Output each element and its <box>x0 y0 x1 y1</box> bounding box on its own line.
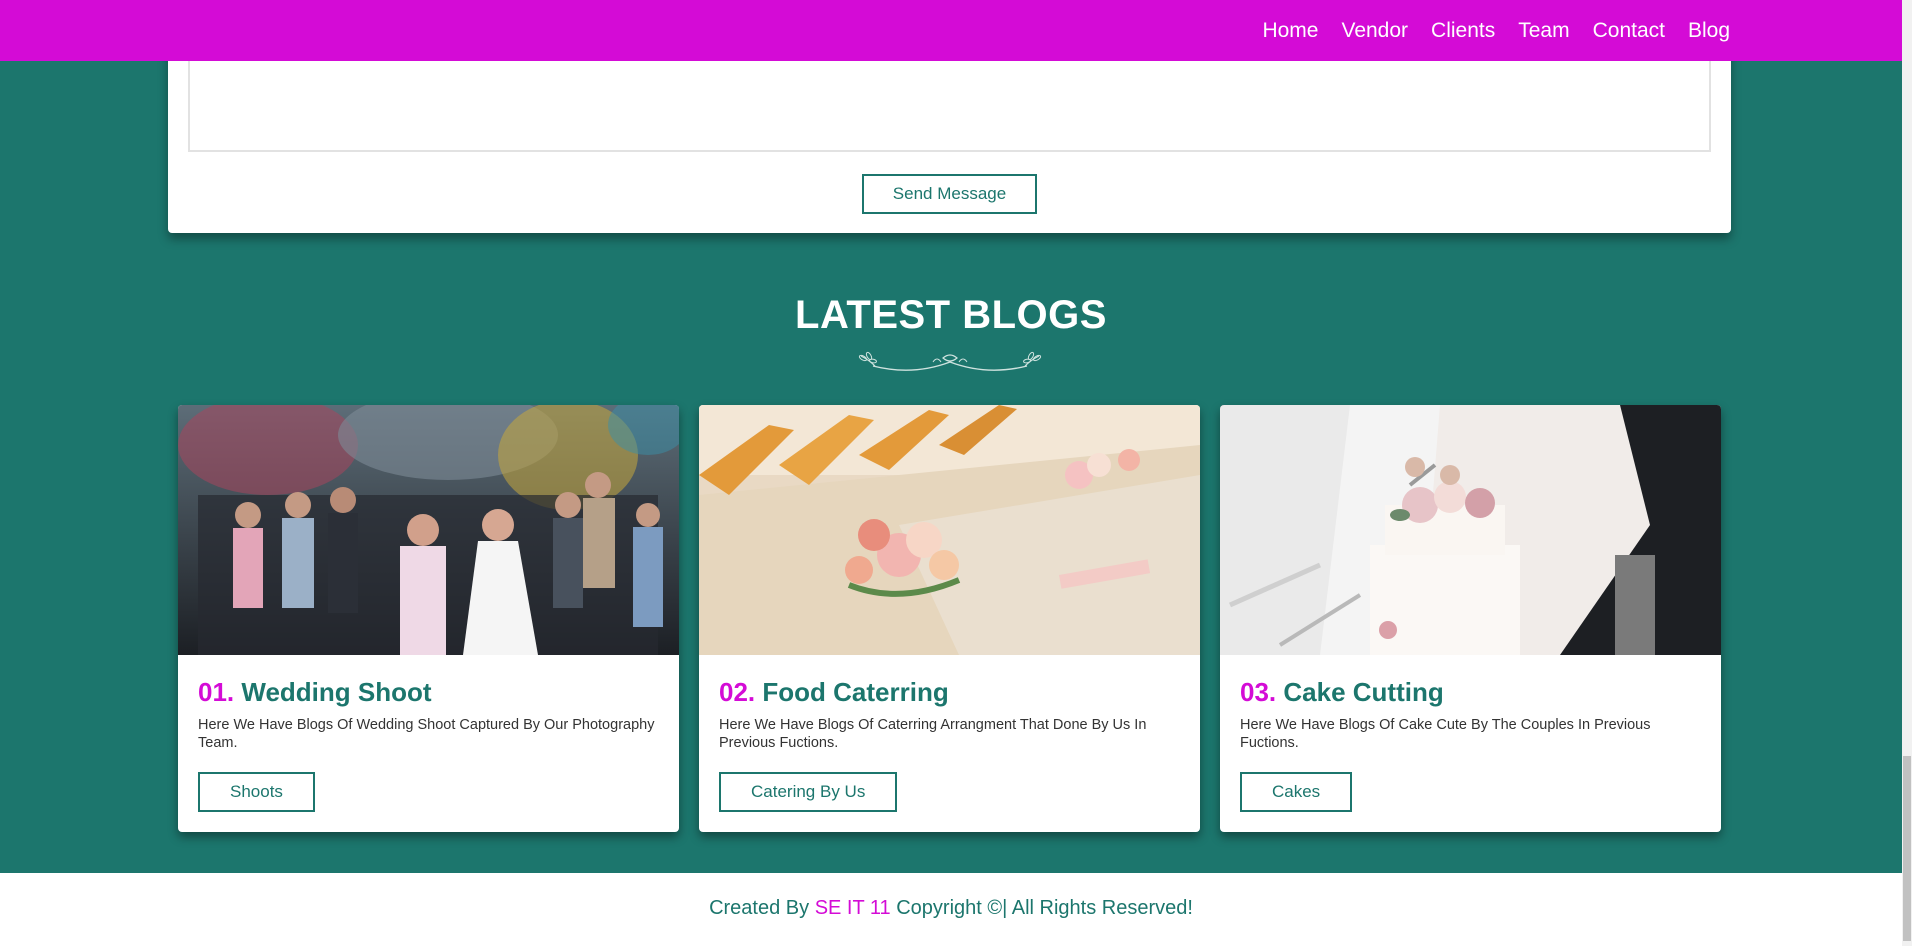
nav-contact[interactable]: Contact <box>1593 19 1665 43</box>
card-heading: Food Caterring <box>762 677 949 707</box>
scrollbar-thumb[interactable] <box>1903 756 1911 941</box>
blog-card-catering: 02. Food Caterring Here We Have Blogs Of… <box>699 405 1200 832</box>
catering-by-us-button[interactable]: Catering By Us <box>719 772 898 812</box>
nav-links: Home Vendor Clients Team Contact Blog <box>1239 0 1730 61</box>
footer-text: Created By SE IT 11 Copyright ©| All Rig… <box>0 897 1902 920</box>
footer-copyright: Copyright ©| All Rights Reserved! <box>896 897 1193 919</box>
blog-card-cake: 03. Cake Cutting Here We Have Blogs Of C… <box>1220 405 1721 832</box>
card-heading: Wedding Shoot <box>241 677 432 707</box>
nav-team[interactable]: Team <box>1518 19 1569 43</box>
blog-card-wedding: 01. Wedding Shoot Here We Have Blogs Of … <box>178 405 679 832</box>
footer-brand: SE IT 11 <box>814 897 891 919</box>
send-message-button[interactable]: Send Message <box>862 174 1037 214</box>
footer: Created By SE IT 11 Copyright ©| All Rig… <box>0 873 1902 946</box>
card-number: 03. <box>1240 677 1277 707</box>
card-description: Here We Have Blogs Of Wedding Shoot Capt… <box>198 717 655 751</box>
card-heading: Cake Cutting <box>1283 677 1444 707</box>
wedding-shoot-image <box>178 405 679 655</box>
cakes-button[interactable]: Cakes <box>1240 772 1353 812</box>
card-title: 01. Wedding Shoot <box>198 677 432 708</box>
flourish-divider-icon <box>858 351 1042 371</box>
card-number: 02. <box>719 677 756 707</box>
nav-clients[interactable]: Clients <box>1431 19 1495 43</box>
card-description: Here We Have Blogs Of Cake Cute By The C… <box>1240 717 1651 751</box>
section-title: LATEST BLOGS <box>795 293 1107 337</box>
navbar: Home Vendor Clients Team Contact Blog <box>0 0 1902 61</box>
shoots-button[interactable]: Shoots <box>198 772 315 812</box>
card-description: Here We Have Blogs Of Caterring Arrangme… <box>719 717 1147 751</box>
card-title: 03. Cake Cutting <box>1240 677 1444 708</box>
scrollbar[interactable] <box>1902 0 1912 946</box>
nav-vendor[interactable]: Vendor <box>1341 19 1408 43</box>
nav-home[interactable]: Home <box>1262 19 1318 43</box>
footer-prefix: Created By <box>709 897 810 919</box>
food-catering-image <box>699 405 1200 655</box>
card-title: 02. Food Caterring <box>719 677 949 708</box>
cake-cutting-image <box>1220 405 1721 655</box>
card-number: 01. <box>198 677 235 707</box>
nav-blog[interactable]: Blog <box>1688 19 1730 43</box>
message-textarea[interactable] <box>188 50 1711 152</box>
